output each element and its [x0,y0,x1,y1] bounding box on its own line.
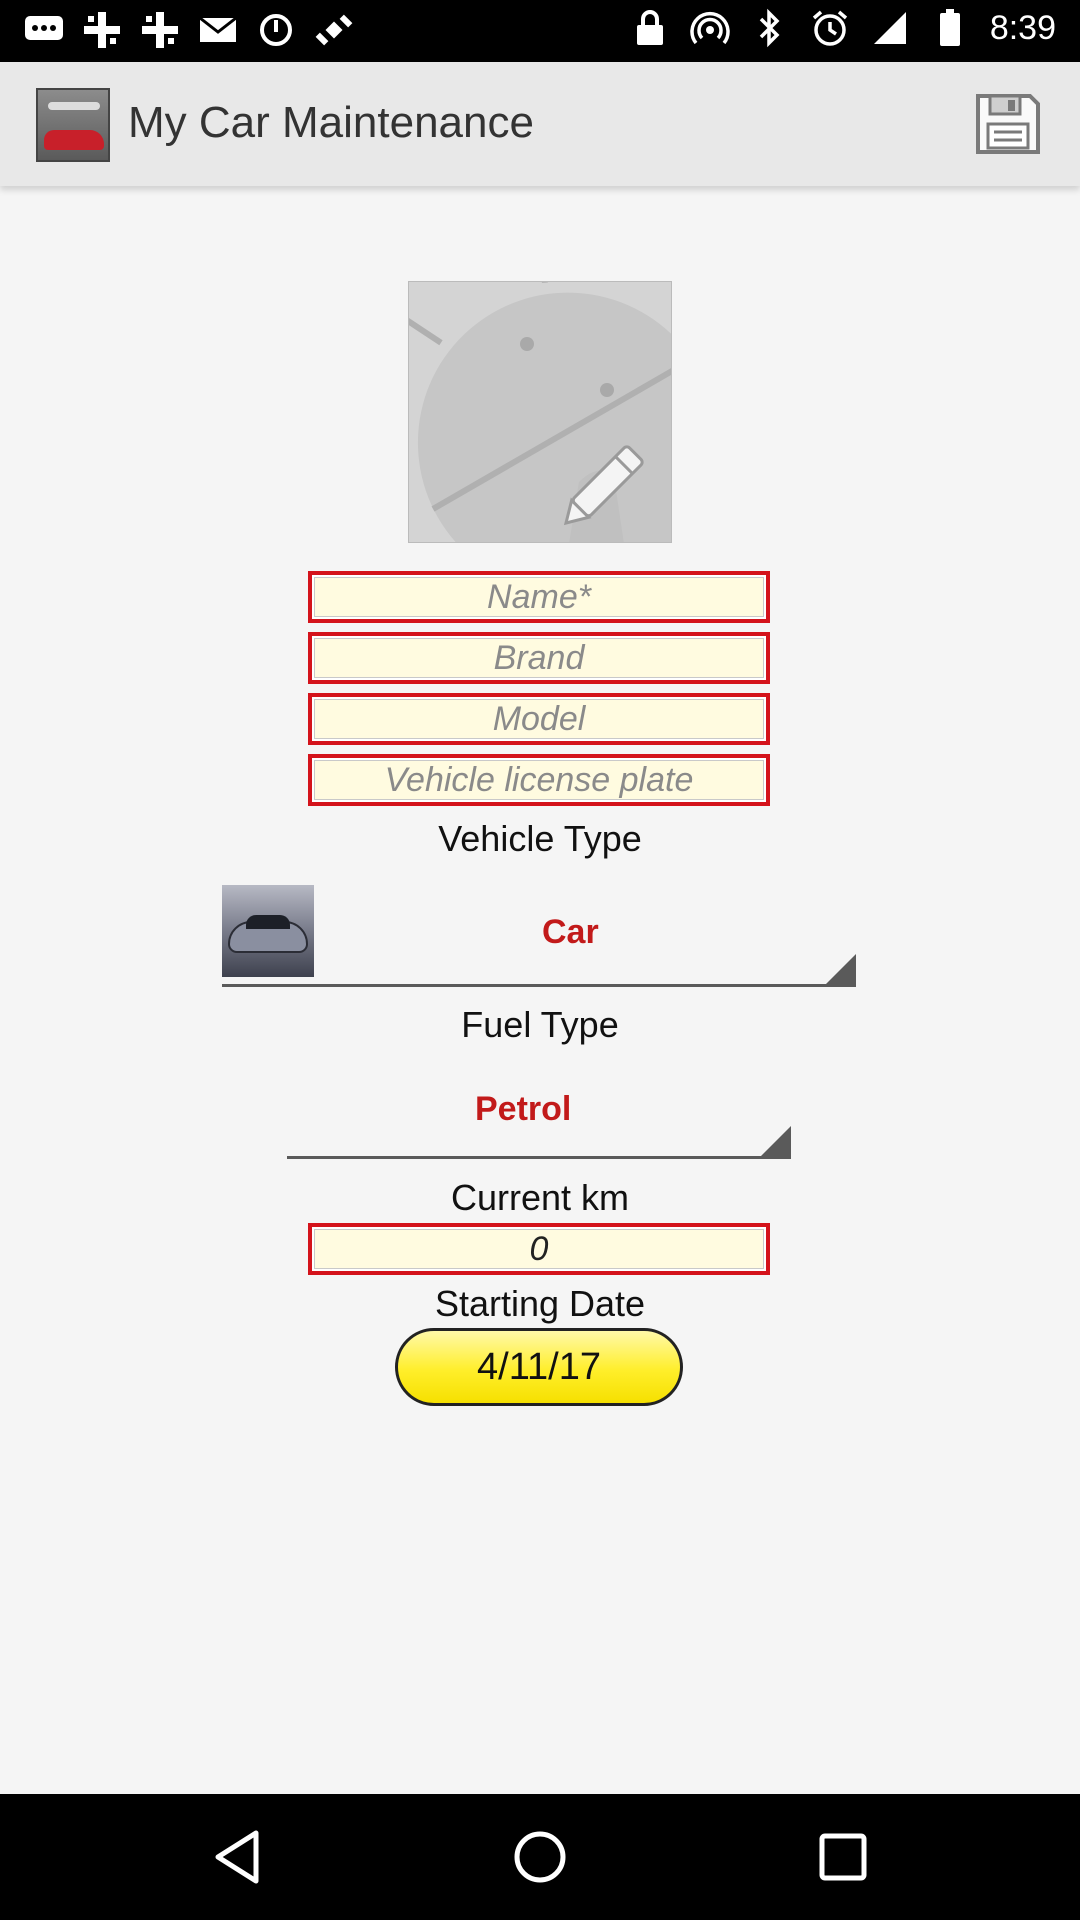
status-bar-notifications [24,10,354,50]
car-logo-icon [36,88,110,162]
brand-field-inner [314,638,764,678]
recents-icon [819,1833,867,1881]
vehicle-type-label: Vehicle Type [438,818,642,859]
brand-input[interactable] [315,639,763,677]
battery-icon [930,8,970,48]
name-field[interactable] [308,571,770,623]
app-title: My Car Maintenance [128,98,534,147]
car-thumbnail-icon [222,885,314,977]
grid-icon [140,10,180,50]
vehicle-type-value: Car [542,913,599,951]
status-time: 8:39 [989,8,1056,47]
app-bar: My Car Maintenance [0,62,1080,186]
license-plate-field[interactable] [308,754,770,806]
navigation-bar [0,1794,1080,1920]
home-button[interactable] [505,1822,575,1892]
dropdown-arrow-icon [761,1126,791,1156]
model-input[interactable] [315,700,763,738]
starting-date-button[interactable]: 4/11/17 [395,1328,683,1406]
fuel-type-value: Petrol [475,1090,572,1128]
save-icon [976,94,1040,154]
model-field[interactable] [308,693,770,745]
recents-button[interactable] [808,1822,878,1892]
lock-icon [630,8,670,48]
mail-icon [198,10,238,50]
signal-icon [870,8,910,48]
hotspot-icon [690,8,730,48]
license-plate-input[interactable] [315,761,763,799]
sync-icon [256,10,296,50]
android-edit-icon [409,282,671,542]
name-input[interactable] [315,578,763,616]
chat-icon [24,10,64,50]
current-km-field[interactable] [308,1223,770,1275]
fuel-type-label: Fuel Type [461,1004,619,1045]
current-km-field-inner [314,1229,764,1269]
back-button[interactable] [202,1822,272,1892]
save-button[interactable] [974,92,1042,156]
name-field-inner [314,577,764,617]
grid-icon [82,10,122,50]
starting-date-label: Starting Date [434,1283,646,1324]
vehicle-photo-button[interactable] [408,281,672,543]
current-km-input[interactable] [315,1230,763,1268]
model-field-inner [314,699,764,739]
current-km-label: Current km [450,1177,630,1218]
fuel-type-dropdown[interactable]: Petrol [287,1080,791,1159]
satellite-icon [314,10,354,50]
dropdown-arrow-icon [826,954,856,984]
back-icon [215,1830,259,1884]
vehicle-type-dropdown[interactable]: Car [222,885,856,987]
alarm-icon [810,8,850,48]
bluetooth-icon [750,8,790,48]
brand-field[interactable] [308,632,770,684]
status-bar: 8:39 [0,0,1080,62]
home-icon [514,1831,566,1883]
license-plate-field-inner [314,760,764,800]
status-bar-system: 8:39 [630,8,1056,48]
